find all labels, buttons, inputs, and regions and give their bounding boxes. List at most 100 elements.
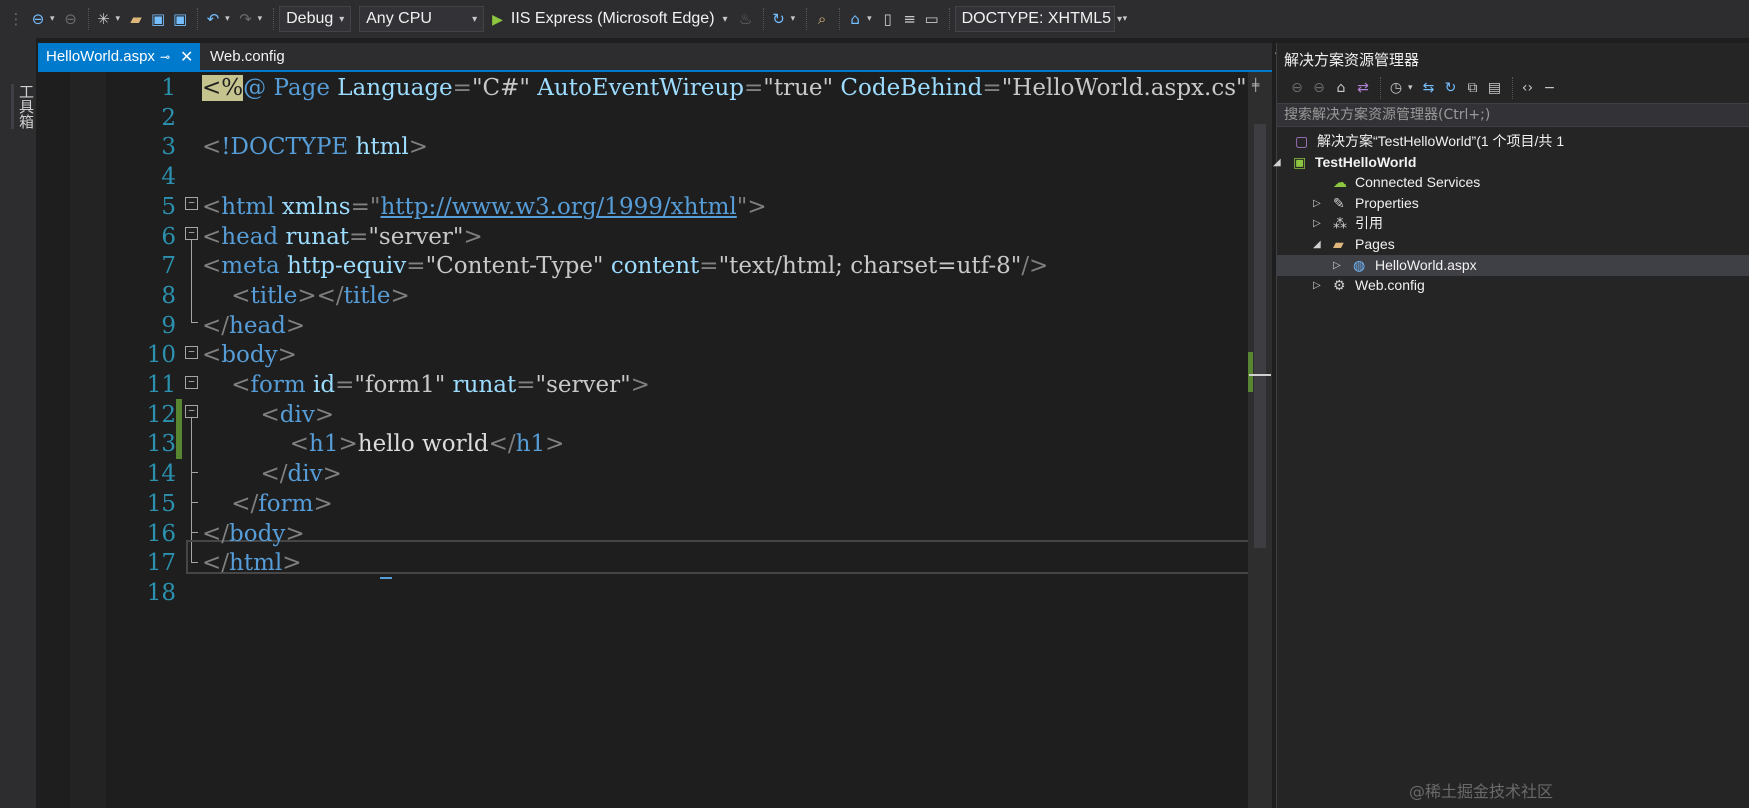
tree-item[interactable]: ▷ ⁂ 引用 [1277, 213, 1749, 234]
code-editor[interactable]: 1 2 3 4 5 6 7 8 9 10 11 12 13 14 15 16 17 18 − − − − − <%… [38, 72, 1272, 808]
collapsed-arrow-icon[interactable]: ▷ [1313, 193, 1321, 214]
solution-explorer-toolbar: ⊖ ⊖ ⌂ ⇄ ◷ ▾ ⇆ ↻ ⧉ ▤ ‹› − [1277, 73, 1749, 103]
switch-views-icon[interactable]: ⇄ [1353, 75, 1373, 101]
new-project-dropdown-arrow[interactable]: ▾ [116, 14, 121, 24]
tree-item[interactable]: ▷ ◍ HelloWorld.aspx [1277, 254, 1749, 276]
home-dropdown-arrow[interactable]: ▾ [867, 14, 872, 24]
redo-dropdown-arrow[interactable]: ▾ [258, 14, 263, 24]
back-icon[interactable]: ⊖ [1287, 75, 1307, 101]
editor-vertical-scrollbar[interactable]: ╪ [1248, 72, 1272, 808]
solution-platform-dropdown[interactable]: Any CPU ▾ [359, 6, 485, 32]
find-in-files-icon[interactable]: ⌕ [812, 6, 832, 32]
tree-item[interactable]: ▢ 解决方案“TestHelloWorld”(1 个项目/共 1 [1277, 131, 1749, 152]
code-line[interactable]: </head> [202, 310, 305, 343]
tab-helloworld-aspx[interactable]: HelloWorld.aspx ⊸ ✕ [38, 43, 200, 70]
pending-changes-dropdown-arrow[interactable]: ▾ [1408, 83, 1413, 93]
solution-configuration-dropdown[interactable]: Debug ▾ [279, 6, 352, 32]
collapse-html-icon[interactable]: − [185, 197, 198, 210]
undo-dropdown-arrow[interactable]: ▾ [225, 14, 230, 24]
back-dropdown-arrow[interactable]: ▾ [50, 14, 55, 24]
collapse-all-icon[interactable]: ⧉ [1463, 75, 1483, 101]
code-token: > [277, 342, 297, 369]
tree-item[interactable]: ☁ Connected Services [1277, 172, 1749, 193]
code-line[interactable]: <h1>hello world</h1> [202, 428, 565, 461]
collapsed-arrow-icon[interactable]: ▷ [1333, 255, 1341, 276]
solution-search-input[interactable]: 搜索解决方案资源管理器(Ctrl+;) [1277, 103, 1749, 127]
view-code-icon[interactable]: ‹› [1518, 75, 1538, 101]
forward-icon[interactable]: ⊖ [61, 6, 81, 32]
code-token: = [335, 372, 355, 398]
save-icon[interactable]: ▣ [148, 6, 168, 32]
tab-label: Web.config [210, 48, 285, 65]
target-schema-dropdown[interactable]: DOCTYPE: XHTML5 ▾ [954, 6, 1122, 32]
expanded-arrow-icon[interactable]: ◢ [1313, 234, 1321, 255]
code-line[interactable]: <%@ Page Language="C#" AutoEventWireup="… [202, 72, 1272, 105]
code-line[interactable]: <body> [202, 339, 297, 372]
save-all-icon[interactable]: ▣ [170, 6, 190, 32]
sync-icon[interactable]: ⇆ [1419, 75, 1439, 101]
open-folder-icon[interactable]: ▰ [126, 6, 146, 32]
code-line[interactable]: <form id="form1" runat="server"> [202, 369, 650, 402]
code-line[interactable]: </div> [202, 458, 341, 491]
collapse-form-icon[interactable]: − [185, 376, 198, 389]
start-debugging-button[interactable]: ▶ IIS Express (Microsoft Edge) ▾ [492, 10, 727, 28]
expanded-arrow-icon[interactable]: ◢ [1273, 152, 1281, 173]
code-line[interactable]: <!DOCTYPE html> [202, 131, 428, 164]
code-line[interactable]: <html xmlns="http://www.w3.org/1999/xhtm… [202, 191, 767, 224]
code-line[interactable]: <meta http-equiv="Content-Type" content=… [202, 250, 1048, 283]
close-icon[interactable]: ✕ [180, 47, 193, 67]
forward-icon[interactable]: ⊖ [1309, 75, 1329, 101]
back-icon[interactable]: ⊖ [28, 6, 48, 32]
code-token: http://www.w3.org/1999/xhtml [380, 193, 737, 220]
tree-item[interactable]: ◢ ▰ Pages [1277, 234, 1749, 255]
collapse-div-icon[interactable]: − [185, 405, 198, 418]
properties-icon[interactable]: − [1540, 75, 1560, 101]
browser-link-refresh-icon[interactable]: ↻ [769, 6, 789, 32]
browser-link-dropdown-arrow[interactable]: ▾ [791, 14, 796, 24]
show-all-files-icon[interactable]: ▤ [1485, 75, 1505, 101]
outline-line [191, 418, 192, 472]
code-token: < [202, 342, 222, 369]
undo-icon[interactable]: ↶ [203, 6, 223, 32]
pin-icon[interactable]: ⊸ [160, 50, 170, 64]
code-line[interactable]: </body> [202, 518, 305, 551]
split-window-icon[interactable]: ╪ [1252, 78, 1259, 92]
refresh-icon[interactable]: ↻ [1441, 75, 1461, 101]
comment-icon[interactable]: ▭ [922, 6, 942, 32]
document-icon[interactable]: ▯ [878, 6, 898, 32]
format-icon[interactable]: ≡ [900, 6, 920, 32]
code-line[interactable]: </form> [202, 488, 332, 521]
code-token: = [516, 372, 536, 398]
collapse-body-icon[interactable]: − [185, 346, 198, 359]
open-folder-icon: ▰ [1333, 236, 1344, 252]
code-token: ></ [297, 282, 344, 309]
code-text-area[interactable]: <%@ Page Language="C#" AutoEventWireup="… [202, 72, 1272, 808]
code-line[interactable]: <title></title> [202, 280, 409, 313]
toolbar-options-arrow[interactable]: ▾ [1123, 14, 1128, 24]
code-token: "server" [535, 372, 631, 398]
collapse-head-icon[interactable]: − [185, 227, 198, 240]
collapsed-arrow-icon[interactable]: ▷ [1313, 213, 1321, 234]
connected-services-icon: ☁ [1333, 174, 1347, 191]
redo-icon[interactable]: ↷ [236, 6, 256, 32]
new-project-icon[interactable]: ✳ [94, 6, 114, 32]
tree-item[interactable]: ◢ ▣ TestHelloWorld [1273, 152, 1749, 173]
tree-item[interactable]: ▷ ✎ Properties [1277, 193, 1749, 214]
code-token: body [221, 342, 278, 369]
pending-changes-icon[interactable]: ◷ [1386, 75, 1406, 101]
code-token: head [229, 312, 286, 339]
home-icon[interactable]: ⌂ [845, 6, 865, 32]
scrollbar-thumb[interactable] [1254, 124, 1266, 548]
collapsed-arrow-icon[interactable]: ▷ [1313, 275, 1321, 296]
line-number: 4 [161, 164, 176, 191]
code-line[interactable]: </html> [202, 547, 302, 580]
watermark: @稀土掘金技术社区 [1409, 782, 1554, 801]
tree-item[interactable]: ▷ ⚙ Web.config [1277, 275, 1749, 296]
code-line[interactable]: <div> [202, 399, 334, 432]
code-token: "form1" [354, 372, 446, 398]
tab-web-config[interactable]: Web.config [200, 43, 320, 70]
home-icon[interactable]: ⌂ [1331, 75, 1351, 101]
hot-reload-icon[interactable]: ♨ [736, 6, 756, 32]
code-line[interactable]: <head runat="server"> [202, 221, 483, 254]
toolbox-tab[interactable]: 工具箱 [11, 84, 37, 129]
